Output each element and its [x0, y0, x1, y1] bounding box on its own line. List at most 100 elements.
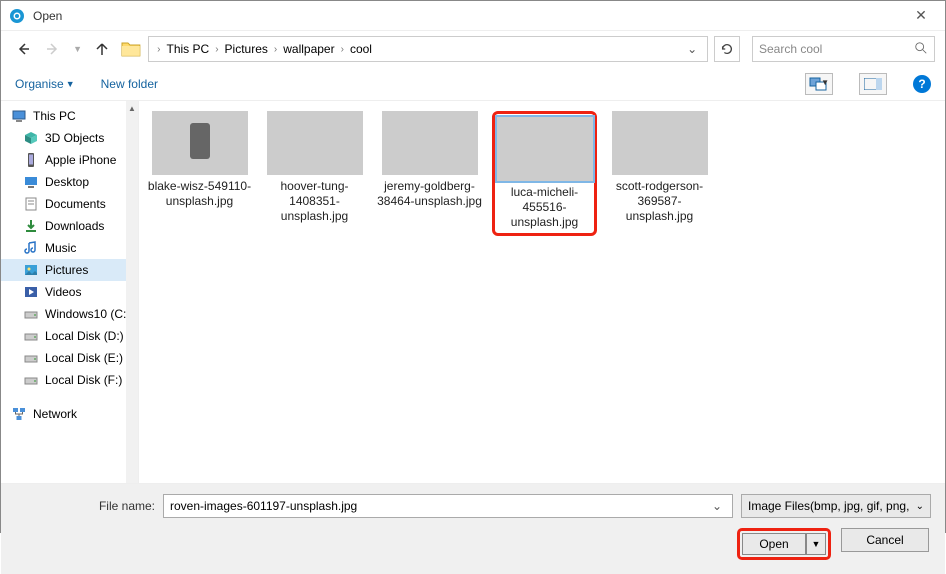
- docs-icon: [23, 196, 39, 212]
- sidebar-item-pictures[interactable]: Pictures: [1, 259, 138, 281]
- phone-icon: [23, 152, 39, 168]
- sidebar-item-apple-iphone[interactable]: Apple iPhone: [1, 149, 138, 171]
- new-folder-button[interactable]: New folder: [101, 77, 158, 91]
- drive-icon: [23, 328, 39, 344]
- title-bar: Open ✕: [1, 1, 945, 31]
- refresh-button[interactable]: [714, 36, 740, 62]
- chevron-right-icon: ›: [155, 44, 162, 55]
- chevron-down-icon[interactable]: ⌄: [683, 42, 701, 56]
- this-pc-icon: [11, 108, 27, 124]
- chevron-down-icon[interactable]: ⌄: [708, 499, 726, 513]
- sidebar-item-local-disk-f-[interactable]: Local Disk (F:): [1, 369, 138, 391]
- crumb-pictures[interactable]: Pictures: [221, 42, 272, 56]
- window-title: Open: [33, 9, 905, 23]
- sidebar-item-desktop[interactable]: Desktop: [1, 171, 138, 193]
- file-thumb[interactable]: jeremy-goldberg-38464-unsplash.jpg: [377, 111, 482, 236]
- filename-input[interactable]: [170, 499, 708, 513]
- organise-label: Organise: [15, 77, 64, 91]
- chevron-right-icon: ›: [213, 44, 220, 55]
- downloads-icon: [23, 218, 39, 234]
- file-thumb[interactable]: scott-rodgerson-369587-unsplash.jpg: [607, 111, 712, 236]
- help-button[interactable]: ?: [913, 75, 931, 93]
- crumb-this-pc[interactable]: This PC: [163, 42, 214, 56]
- sidebar-item-local-disk-d-[interactable]: Local Disk (D:): [1, 325, 138, 347]
- sidebar-item-windows10-c-[interactable]: Windows10 (C:): [1, 303, 138, 325]
- sidebar-item-downloads[interactable]: Downloads: [1, 215, 138, 237]
- sidebar-item-label: Music: [45, 241, 76, 255]
- sidebar-item-label: Apple iPhone: [45, 153, 116, 167]
- sidebar-item-videos[interactable]: Videos: [1, 281, 138, 303]
- filter-label: Image Files(bmp, jpg, gif, png,: [748, 499, 912, 513]
- drive-icon: [23, 306, 39, 322]
- crumb-cool[interactable]: cool: [346, 42, 376, 56]
- sidebar-item-label: Documents: [45, 197, 106, 211]
- sidebar-item-local-disk-e-[interactable]: Local Disk (E:): [1, 347, 138, 369]
- sidebar-scrollbar[interactable]: ▲: [126, 101, 138, 483]
- thumbnail-image: [382, 111, 478, 175]
- filename-combo[interactable]: ⌄: [163, 494, 733, 518]
- app-icon: [9, 8, 25, 24]
- sidebar-item-label: 3D Objects: [45, 131, 104, 145]
- desktop-icon: [23, 174, 39, 190]
- open-button[interactable]: Open: [742, 533, 806, 555]
- network-icon: [11, 406, 27, 422]
- chevron-right-icon: ›: [272, 44, 279, 55]
- sidebar-item-label: Windows10 (C:): [45, 307, 130, 321]
- main-area: This PC 3D Objects Apple iPhone Desktop Doc…: [1, 101, 945, 483]
- sidebar-root-this-pc[interactable]: This PC: [1, 105, 138, 127]
- folder-icon: [120, 38, 142, 60]
- file-name: hoover-tung-1408351-unsplash.jpg: [262, 179, 367, 224]
- back-button[interactable]: [11, 37, 35, 61]
- sidebar-root-label: This PC: [33, 109, 76, 123]
- drive-icon: [23, 372, 39, 388]
- breadcrumb[interactable]: › This PC › Pictures › wallpaper › cool …: [148, 36, 708, 62]
- file-name: scott-rodgerson-369587-unsplash.jpg: [607, 179, 712, 224]
- sidebar: This PC 3D Objects Apple iPhone Desktop Doc…: [1, 101, 139, 483]
- sidebar-network[interactable]: Network: [1, 403, 138, 425]
- crumb-wallpaper[interactable]: wallpaper: [279, 42, 338, 56]
- file-name: luca-micheli-455516-unsplash.jpg: [497, 185, 592, 230]
- sidebar-item-documents[interactable]: Documents: [1, 193, 138, 215]
- sidebar-item-music[interactable]: Music: [1, 237, 138, 259]
- recent-dropdown[interactable]: ▼: [71, 37, 85, 61]
- view-mode-button[interactable]: ▼: [805, 73, 833, 95]
- thumbnail-image: [152, 111, 248, 175]
- close-button[interactable]: ✕: [905, 7, 937, 24]
- sidebar-item-3d-objects[interactable]: 3D Objects: [1, 127, 138, 149]
- search-icon[interactable]: [914, 41, 928, 58]
- file-thumb[interactable]: hoover-tung-1408351-unsplash.jpg: [262, 111, 367, 236]
- cancel-button[interactable]: Cancel: [841, 528, 929, 552]
- preview-pane-button[interactable]: [859, 73, 887, 95]
- file-thumb[interactable]: luca-micheli-455516-unsplash.jpg: [492, 111, 597, 236]
- drive-icon: [23, 350, 39, 366]
- chevron-down-icon: ▼: [66, 79, 75, 89]
- music-icon: [23, 240, 39, 256]
- filename-label: File name:: [15, 499, 155, 513]
- sidebar-item-label: Downloads: [45, 219, 104, 233]
- file-grid: blake-wisz-549110-unsplash.jpg hoover-tun…: [139, 101, 945, 483]
- chevron-down-icon: ⌄: [912, 501, 924, 512]
- organise-menu[interactable]: Organise ▼: [15, 77, 75, 91]
- scroll-up-icon[interactable]: ▲: [126, 101, 138, 115]
- file-type-filter[interactable]: Image Files(bmp, jpg, gif, png, ⌄: [741, 494, 931, 518]
- pictures-icon: [23, 262, 39, 278]
- file-thumb[interactable]: blake-wisz-549110-unsplash.jpg: [147, 111, 252, 236]
- file-name: jeremy-goldberg-38464-unsplash.jpg: [377, 179, 482, 209]
- search-box[interactable]: [752, 36, 935, 62]
- cube-icon: [23, 130, 39, 146]
- sidebar-item-label: Local Disk (D:): [45, 329, 124, 343]
- sidebar-item-label: Local Disk (F:): [45, 373, 122, 387]
- open-dropdown[interactable]: ▼: [806, 533, 826, 555]
- up-button[interactable]: [91, 37, 115, 61]
- thumbnail-image: [497, 117, 593, 181]
- search-input[interactable]: [759, 42, 914, 56]
- sidebar-item-label: Videos: [45, 285, 81, 299]
- command-bar: Organise ▼ New folder ▼ ?: [1, 67, 945, 101]
- sidebar-item-label: Local Disk (E:): [45, 351, 123, 365]
- sidebar-network-label: Network: [33, 407, 77, 421]
- nav-bar: ▼ › This PC › Pictures › wallpaper › coo…: [1, 31, 945, 67]
- bottom-panel: File name: ⌄ Image Files(bmp, jpg, gif, …: [1, 483, 945, 574]
- forward-button[interactable]: [41, 37, 65, 61]
- file-name: blake-wisz-549110-unsplash.jpg: [147, 179, 252, 209]
- chevron-right-icon: ›: [339, 44, 346, 55]
